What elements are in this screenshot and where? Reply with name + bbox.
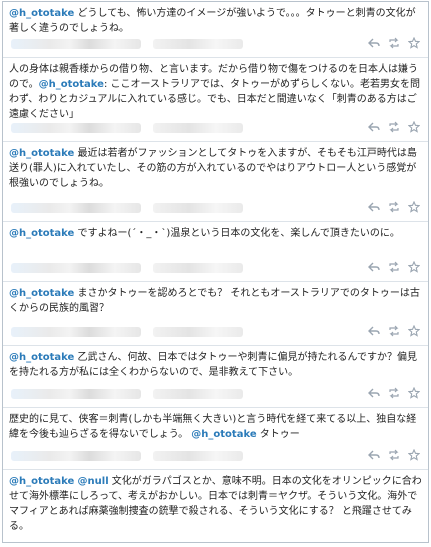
retweet-icon[interactable] [388, 201, 400, 213]
star-icon[interactable] [408, 201, 420, 213]
star-icon[interactable] [408, 449, 420, 461]
tweet-meta [3, 445, 428, 469]
tweet-author-blurred [11, 389, 141, 399]
star-icon[interactable] [408, 37, 420, 49]
tweet-text: @h_ototake まさかタトゥーを認めろとでも？ それともオーストラリアでの… [9, 286, 422, 316]
tweet-timestamp-blurred [153, 39, 243, 49]
tweet-text: @h_ototake どうしても、怖い方達のイメージが強いようで。。。タトゥーと… [9, 6, 422, 36]
mention-link[interactable]: @h_ototake [9, 288, 74, 299]
tweet-meta [3, 33, 428, 57]
tweet-meta [3, 383, 428, 407]
tweet-meta [3, 117, 428, 141]
reply-icon[interactable] [368, 325, 380, 337]
tweet-item: @h_ototake 乙武さん、何故、日本ではタトゥーや刺青に偏見が持たれるんで… [3, 346, 428, 408]
tweet-actions [368, 121, 420, 133]
star-icon[interactable] [408, 121, 420, 133]
tweet-text: @h_ototake ですよねー(´・_・`)温泉という日本の文化を、楽しんで頂… [9, 226, 422, 241]
star-icon[interactable] [408, 261, 420, 273]
tweet-author-blurred [11, 327, 141, 337]
retweet-icon[interactable] [388, 121, 400, 133]
tweet-feed: @h_ototake どうしても、怖い方達のイメージが強いようで。。。タトゥーと… [2, 1, 429, 543]
tweet-text-segment: タトゥー [256, 429, 300, 440]
retweet-icon[interactable] [388, 37, 400, 49]
mention-link[interactable]: @h_ototake [9, 228, 74, 239]
tweet-item: @h_ototake @null 文化がガラパゴスとか、意味不明。日本の文化をオ… [3, 470, 428, 536]
mention-link[interactable]: @h_ototake [9, 8, 74, 19]
mention-link[interactable]: @h_ototake [9, 352, 74, 363]
retweet-icon[interactable] [388, 449, 400, 461]
mention-link[interactable]: @h_ototake [9, 476, 74, 487]
reply-icon[interactable] [368, 261, 380, 273]
tweet-actions [368, 449, 420, 461]
tweet-text: @h_ototake 乙武さん、何故、日本ではタトゥーや刺青に偏見が持たれるんで… [9, 350, 422, 380]
mention-link[interactable]: @h_ototake [39, 79, 104, 90]
star-icon[interactable] [408, 387, 420, 399]
reply-icon[interactable] [368, 121, 380, 133]
tweet-timestamp-blurred [153, 327, 243, 337]
tweet-item: 歴史的に見て、侠客＝刺青(しかも半端無く大きい)と言う時代を経て来てる以上、独自… [3, 408, 428, 470]
tweet-timestamp-blurred [153, 263, 243, 273]
tweet-text: 人の身体は親香様からの借り物、と言います。だから借り物で傷をつけるのを日本人は嫌… [9, 62, 422, 122]
reply-icon[interactable] [368, 387, 380, 399]
tweet-timestamp-blurred [153, 123, 243, 133]
reply-icon[interactable] [368, 37, 380, 49]
reply-icon[interactable] [368, 201, 380, 213]
retweet-icon[interactable] [388, 261, 400, 273]
tweet-actions [368, 325, 420, 337]
tweet-text: 歴史的に見て、侠客＝刺青(しかも半端無く大きい)と言う時代を経て来てる以上、独自… [9, 412, 422, 442]
tweet-author-blurred [11, 123, 141, 133]
mention-link[interactable]: @null [78, 476, 109, 487]
mention-link[interactable]: @h_ototake [9, 148, 74, 159]
tweet-author-blurred [11, 451, 141, 461]
tweet-text: @h_ototake @null 文化がガラパゴスとか、意味不明。日本の文化をオ… [9, 474, 422, 534]
tweet-text: @h_ototake 最近は若者がファッションとしてタトゥを入ますが、そもそも江… [9, 146, 422, 191]
tweet-timestamp-blurred [153, 389, 243, 399]
tweet-item: @h_ototake まさかタトゥーを認めろとでも？ それともオーストラリアでの… [3, 282, 428, 346]
tweet-item: 人の身体は親香様からの借り物、と言います。だから借り物で傷をつけるのを日本人は嫌… [3, 58, 428, 142]
retweet-icon[interactable] [388, 325, 400, 337]
tweet-meta [3, 257, 428, 281]
tweet-item: @h_ototake ですよねー(´・_・`)温泉という日本の文化を、楽しんで頂… [3, 222, 428, 282]
tweet-author-blurred [11, 203, 141, 213]
tweet-author-blurred [11, 39, 141, 49]
tweet-meta [3, 197, 428, 221]
tweet-timestamp-blurred [153, 451, 243, 461]
reply-icon[interactable] [368, 449, 380, 461]
tweet-meta [3, 321, 428, 345]
tweet-author-blurred [11, 263, 141, 273]
retweet-icon[interactable] [388, 387, 400, 399]
tweet-timestamp-blurred [153, 203, 243, 213]
tweet-actions [368, 261, 420, 273]
tweet-text-segment: ですよねー(´・_・`)温泉という日本の文化を、楽しんで頂きたいのに。 [74, 228, 400, 239]
tweet-actions [368, 201, 420, 213]
tweet-item: @h_ototake どうしても、怖い方達のイメージが強いようで。。。タトゥーと… [3, 2, 428, 58]
tweet-actions [368, 387, 420, 399]
tweet-actions [368, 37, 420, 49]
tweet-item: @h_ototake 最近は若者がファッションとしてタトゥを入ますが、そもそも江… [3, 142, 428, 222]
mention-link[interactable]: @h_ototake [191, 429, 256, 440]
star-icon[interactable] [408, 325, 420, 337]
